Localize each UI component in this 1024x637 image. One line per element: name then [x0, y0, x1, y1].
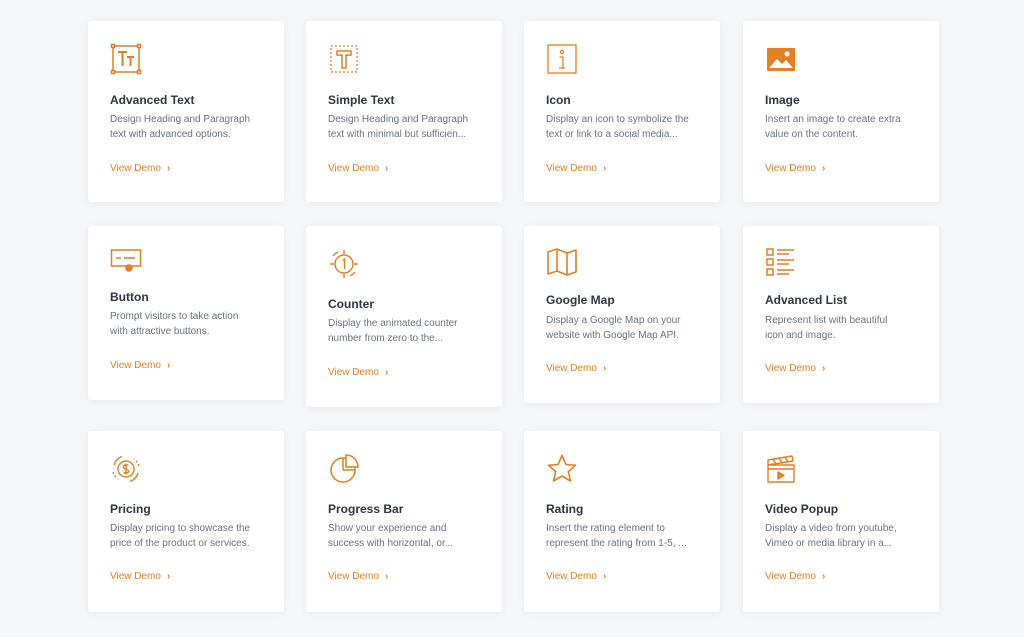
- map-icon: [546, 246, 578, 278]
- card-title: Counter: [328, 297, 374, 311]
- chevron-right-icon: ›: [166, 162, 171, 174]
- card-description: Represent list with beautiful icon and i…: [765, 315, 888, 341]
- card-title: Video Popup: [765, 502, 839, 516]
- card-advanced-text: Advanced Text Design Heading and Paragra…: [88, 21, 284, 202]
- view-demo-link[interactable]: View Demo ›: [546, 363, 606, 374]
- chevron-right-icon: ›: [821, 362, 826, 374]
- card-title: Rating: [546, 502, 584, 516]
- card-title: Pricing: [110, 502, 151, 516]
- chevron-right-icon: ›: [602, 570, 607, 582]
- button-icon: [110, 246, 142, 278]
- card-description: Design Heading and Paragraph text with m…: [328, 114, 469, 140]
- advanced-text-icon: [110, 43, 142, 75]
- chevron-right-icon: ›: [166, 359, 171, 371]
- pricing-icon: [110, 453, 142, 485]
- card-title: Advanced Text: [110, 93, 195, 107]
- card-description: Insert the rating element to represent t…: [546, 523, 687, 549]
- card-google-map: Google Map Display a Google Map on your …: [524, 226, 720, 403]
- card-simple-text: Simple Text Design Heading and Paragraph…: [306, 21, 502, 202]
- card-counter: Counter Display the animated counter num…: [306, 226, 502, 407]
- card-image: Image Insert an image to create extra va…: [743, 21, 939, 202]
- view-demo-link[interactable]: View Demo ›: [765, 363, 825, 374]
- card-description: Prompt visitors to take action with attr…: [110, 311, 239, 337]
- card-title: Icon: [546, 93, 571, 107]
- view-demo-link[interactable]: View Demo ›: [328, 367, 388, 378]
- card-rating: Rating Insert the rating element to repr…: [524, 431, 720, 612]
- view-demo-link[interactable]: View Demo ›: [328, 163, 388, 174]
- card-title: Simple Text: [328, 93, 395, 107]
- clapperboard-icon: [765, 453, 797, 485]
- card-description: Display an icon to symbolize the text or…: [546, 114, 689, 140]
- card-icon: Icon Display an icon to symbolize the te…: [524, 21, 720, 202]
- widgets-grid: Advanced Text Design Heading and Paragra…: [0, 0, 1024, 637]
- view-demo-link[interactable]: View Demo ›: [546, 163, 606, 174]
- card-title: Button: [110, 290, 149, 304]
- simple-text-icon: [328, 43, 360, 75]
- card-description: Display a video from youtube, Vimeo or m…: [765, 523, 897, 549]
- info-icon: [546, 43, 578, 75]
- chevron-right-icon: ›: [384, 570, 389, 582]
- view-demo-link[interactable]: View Demo ›: [765, 163, 825, 174]
- counter-icon: [328, 248, 360, 280]
- view-demo-link[interactable]: View Demo ›: [546, 571, 606, 582]
- star-icon: [546, 453, 578, 485]
- chevron-right-icon: ›: [602, 362, 607, 374]
- view-demo-link[interactable]: View Demo ›: [110, 163, 170, 174]
- card-title: Advanced List: [765, 293, 848, 307]
- view-demo-link[interactable]: View Demo ›: [110, 571, 170, 582]
- chevron-right-icon: ›: [384, 366, 389, 378]
- card-description: Display pricing to showcase the price of…: [110, 523, 251, 549]
- view-demo-link[interactable]: View Demo ›: [110, 360, 170, 371]
- card-title: Progress Bar: [328, 502, 404, 516]
- card-progress-bar: Progress Bar Show your experience and su…: [306, 431, 502, 612]
- card-video-popup: Video Popup Display a video from youtube…: [743, 431, 939, 612]
- card-title: Google Map: [546, 293, 615, 307]
- card-description: Design Heading and Paragraph text with a…: [110, 114, 251, 140]
- chevron-right-icon: ›: [602, 162, 607, 174]
- view-demo-link[interactable]: View Demo ›: [328, 571, 388, 582]
- list-icon: [765, 246, 797, 278]
- card-pricing: Pricing Display pricing to showcase the …: [88, 431, 284, 612]
- chevron-right-icon: ›: [384, 162, 389, 174]
- card-description: Insert an image to create extra value on…: [765, 114, 901, 140]
- chevron-right-icon: ›: [821, 162, 826, 174]
- card-title: Image: [765, 93, 800, 107]
- card-description: Display the animated counter number from…: [328, 318, 458, 344]
- image-icon: [765, 43, 797, 75]
- chevron-right-icon: ›: [821, 570, 826, 582]
- card-description: Display a Google Map on your website wit…: [546, 315, 681, 341]
- card-button: Button Prompt visitors to take action wi…: [88, 226, 284, 400]
- card-description: Show your experience and success with ho…: [328, 523, 454, 549]
- chevron-right-icon: ›: [166, 570, 171, 582]
- progress-bar-icon: [328, 453, 360, 485]
- card-advanced-list: Advanced List Represent list with beauti…: [743, 226, 939, 403]
- view-demo-link[interactable]: View Demo ›: [765, 571, 825, 582]
